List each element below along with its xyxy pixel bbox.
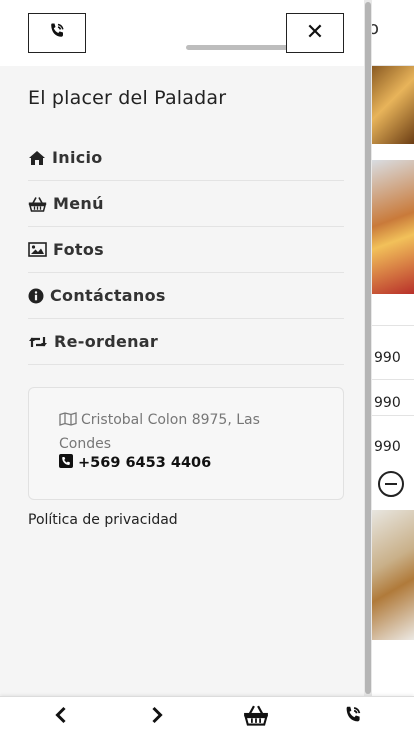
basket-icon (243, 704, 269, 730)
product-price: 990 (374, 439, 401, 455)
info-circle-icon (28, 288, 44, 304)
product-image[interactable] (372, 66, 414, 144)
menu-item-label: Contáctanos (50, 286, 166, 305)
image-icon (28, 242, 47, 257)
menu-item-label: Inicio (52, 148, 103, 167)
divider (372, 325, 414, 326)
phone-volume-icon (47, 21, 67, 45)
phone-square-icon (59, 454, 78, 472)
drawer-title: El placer del Paladar (28, 87, 227, 109)
privacy-policy-link[interactable]: Política de privacidad (28, 512, 178, 528)
menu-item-reordenar[interactable]: Re-ordenar (28, 319, 344, 365)
forward-button[interactable] (142, 703, 172, 731)
menu-item-label: Menú (53, 194, 104, 213)
decrease-quantity-button[interactable] (378, 471, 404, 497)
chevron-left-icon (54, 706, 68, 728)
product-image[interactable] (372, 160, 414, 294)
call-toolbar-button[interactable] (338, 703, 368, 731)
product-price: 990 (374, 395, 401, 411)
menu-item-fotos[interactable]: Fotos (28, 227, 344, 273)
phone-link[interactable]: +569 6453 4406 (59, 454, 211, 472)
divider (372, 379, 414, 380)
menu-item-contactanos[interactable]: Contáctanos (28, 273, 344, 319)
chevron-right-icon (150, 706, 164, 728)
bottom-toolbar (0, 696, 414, 736)
product-image[interactable] (372, 510, 414, 640)
divider (372, 415, 414, 416)
side-drawer: ✕ El placer del Paladar Inicio Menú Foto… (0, 0, 364, 696)
close-drawer-button[interactable]: ✕ (286, 13, 344, 53)
product-price: 990 (374, 350, 401, 366)
call-button[interactable] (28, 13, 86, 53)
map-icon (59, 411, 77, 433)
background-header: o (368, 0, 414, 66)
basket-icon (28, 196, 47, 212)
contact-info-card: Cristobal Colon 8975, Las Condes +569 64… (28, 387, 344, 500)
close-icon: ✕ (305, 20, 325, 45)
menu-item-inicio[interactable]: Inicio (28, 135, 344, 181)
back-button[interactable] (46, 703, 76, 731)
address-text: Cristobal Colon 8975, Las Condes (59, 412, 260, 452)
phone-volume-icon (342, 704, 364, 730)
home-icon (28, 150, 46, 166)
phone-number: +569 6453 4406 (78, 455, 212, 471)
menu-item-label: Re-ordenar (54, 332, 159, 351)
menu-item-label: Fotos (53, 240, 104, 259)
address: Cristobal Colon 8975, Las Condes (59, 409, 309, 455)
menu-item-menu[interactable]: Menú (28, 181, 344, 227)
loading-progress-bar (186, 45, 290, 50)
retweet-icon (28, 335, 48, 349)
drawer-scrollbar-thumb[interactable] (365, 2, 371, 694)
cart-button[interactable] (241, 703, 271, 731)
